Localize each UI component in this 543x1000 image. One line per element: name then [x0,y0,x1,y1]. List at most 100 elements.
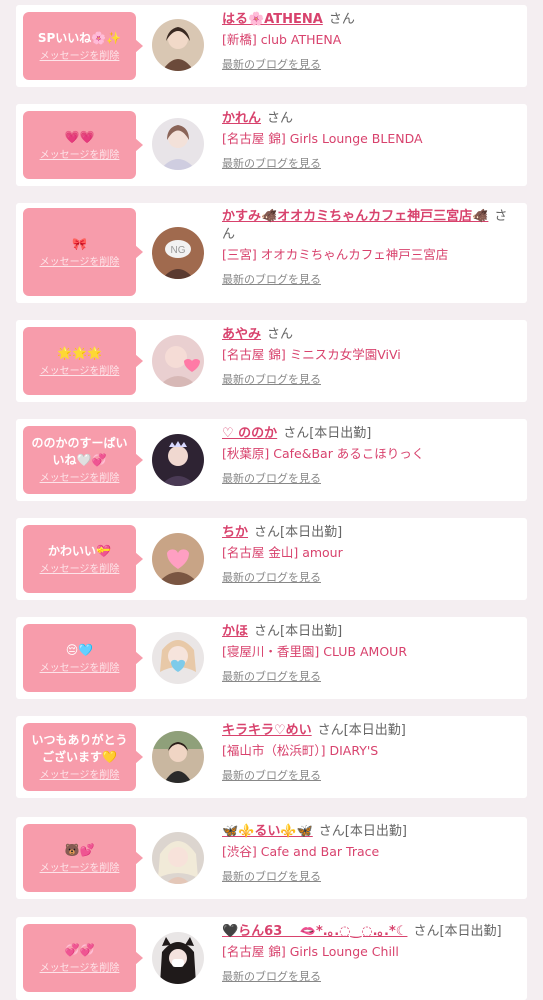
item-info: かれん さん [名古屋 錦] Girls Lounge BLENDA 最新のブログ… [222,110,519,171]
message-bubble: 🌟🌟🌟 メッセージを削除 [23,327,143,395]
item-info: ♡ ののか さん[本日出勤] [秋葉原] Cafe&Bar あるこほりっく 最新の… [222,425,519,486]
list-item: 💗💗 メッセージを削除 かれん さん [名古屋 錦] Girls Lounge B… [16,104,527,186]
message-list: SPいいね🌸✨ メッセージを削除 はる🌸ATHENA さん [新橋] club A… [0,0,543,1000]
delete-message-link[interactable]: メッセージを削除 [40,662,120,675]
honorific: さん [267,111,294,126]
avatar[interactable] [152,19,204,71]
list-item: 🐻💕 メッセージを削除 🦋⚜️るい⚜️🦋 さん[本日出勤] [渋谷] Cafe a… [16,817,527,899]
honorific: さん [267,327,294,342]
cast-name-link[interactable]: キラキラ♡めい [222,723,312,738]
honorific: さん [254,525,281,540]
message-text: いつもありがとうございます💛 [31,733,128,764]
latest-blog-link[interactable]: 最新のブログを見る [222,470,321,486]
honorific: さん [413,924,440,939]
latest-blog-link[interactable]: 最新のブログを見る [222,569,321,585]
message-bubble: 💗💗 メッセージを削除 [23,111,143,179]
cast-name-link[interactable]: はる🌸ATHENA [222,12,323,27]
cast-name-link[interactable]: かほ [222,624,248,639]
latest-blog-link[interactable]: 最新のブログを見る [222,56,321,72]
shop-label: [福山市（松浜町）] DIARY'S [222,743,379,758]
list-item: かわいい💝 メッセージを削除 ちか さん[本日出勤] [名古屋 金山] amour… [16,518,527,600]
list-item: 💞💞 メッセージを削除 🖤らん63 🫦*.｡.◌‿◌.｡.*☾ さん[本日出勤] … [16,917,527,1000]
message-text: 🐻💕 [64,842,95,857]
item-info: はる🌸ATHENA さん [新橋] club ATHENA 最新のブログを見る [222,11,519,72]
honorific: さん [328,12,355,27]
avatar[interactable] [152,533,204,585]
shop-label: [寝屋川・香里園] CLUB AMOUR [222,644,408,659]
cast-name-link[interactable]: ♡ ののか [222,426,277,441]
avatar[interactable] [152,335,204,387]
svg-text:NG: NG [171,245,186,256]
delete-message-link[interactable]: メッセージを削除 [40,149,120,162]
delete-message-link[interactable]: メッセージを削除 [40,769,120,782]
avatar[interactable] [152,731,204,783]
shop-label: [新橋] club ATHENA [222,32,342,47]
avatar[interactable] [152,832,204,884]
status-badge: [本日出勤] [280,525,343,540]
delete-message-link[interactable]: メッセージを削除 [40,472,120,485]
shop-label: [名古屋 錦] Girls Lounge Chill [222,944,399,959]
latest-blog-link[interactable]: 最新のブログを見る [222,155,321,171]
status-badge: [本日出勤] [343,723,406,738]
list-item: SPいいね🌸✨ メッセージを削除 はる🌸ATHENA さん [新橋] club A… [16,5,527,87]
item-info: かほ さん[本日出勤] [寝屋川・香里園] CLUB AMOUR 最新のブログを見… [222,623,519,684]
avatar[interactable] [152,932,204,984]
cast-name-link[interactable]: 🖤らん63 🫦*.｡.◌‿◌.｡.*☾ [222,924,407,939]
list-item: 🎀 メッセージを削除 NG かすみ🐗オオカミちゃんカフェ神戸三宮店🐗 さん [三宮… [16,203,527,303]
list-item: 🌟🌟🌟 メッセージを削除 あやみ さん [名古屋 錦] ミニスカ女学園ViVi 最… [16,320,527,402]
shop-label: [名古屋 金山] amour [222,545,343,560]
avatar[interactable] [152,118,204,170]
avatar[interactable] [152,632,204,684]
latest-blog-link[interactable]: 最新のブログを見る [222,271,321,287]
item-info: あやみ さん [名古屋 錦] ミニスカ女学園ViVi 最新のブログを見る [222,326,519,387]
message-text: 💞💞 [64,942,95,957]
shop-label: [三宮] オオカミちゃんカフェ神戸三宮店 [222,247,449,262]
honorific: さん [318,824,345,839]
cast-name-link[interactable]: 🦋⚜️るい⚜️🦋 [222,824,313,839]
item-info: 🖤らん63 🫦*.｡.◌‿◌.｡.*☾ さん[本日出勤] [名古屋 錦] Girl… [222,923,519,984]
status-badge: [本日出勤] [344,824,407,839]
list-item: 😔🩵 メッセージを削除 かほ さん[本日出勤] [寝屋川・香里園] CLUB AM… [16,617,527,699]
item-info: キラキラ♡めい さん[本日出勤] [福山市（松浜町）] DIARY'S 最新のブロ… [222,722,519,783]
delete-message-link[interactable]: メッセージを削除 [40,365,120,378]
message-text: 🌟🌟🌟 [57,345,102,360]
status-badge: [本日出勤] [309,426,372,441]
message-bubble: 😔🩵 メッセージを削除 [23,624,143,692]
honorific: さん [254,624,281,639]
delete-message-link[interactable]: メッセージを削除 [40,862,120,875]
latest-blog-link[interactable]: 最新のブログを見る [222,668,321,684]
message-bubble: SPいいね🌸✨ メッセージを削除 [23,12,143,80]
latest-blog-link[interactable]: 最新のブログを見る [222,968,321,984]
cast-name-link[interactable]: かれん [222,111,261,126]
message-bubble: いつもありがとうございます💛 メッセージを削除 [23,723,143,791]
delete-message-link[interactable]: メッセージを削除 [40,256,120,269]
latest-blog-link[interactable]: 最新のブログを見る [222,767,321,783]
delete-message-link[interactable]: メッセージを削除 [40,563,120,576]
honorific: さん [317,723,344,738]
avatar[interactable] [152,434,204,486]
message-bubble: 💞💞 メッセージを削除 [23,924,143,992]
latest-blog-link[interactable]: 最新のブログを見る [222,371,321,387]
message-text: SPいいね🌸✨ [37,30,122,45]
message-bubble: かわいい💝 メッセージを削除 [23,525,143,593]
shop-label: [名古屋 錦] ミニスカ女学園ViVi [222,347,401,362]
cast-name-link[interactable]: あやみ [222,327,261,342]
delete-message-link[interactable]: メッセージを削除 [40,962,120,975]
message-text: かわいい💝 [48,543,111,558]
avatar[interactable]: NG [152,227,204,279]
shop-label: [渋谷] Cafe and Bar Trace [222,844,380,859]
list-item: いつもありがとうございます💛 メッセージを削除 キラキラ♡めい さん[本日出勤] … [16,716,527,798]
status-badge: [本日出勤] [439,924,502,939]
cast-name-link[interactable]: かすみ🐗オオカミちゃんカフェ神戸三宮店🐗 [222,209,488,224]
message-text: 🎀 [72,236,87,251]
latest-blog-link[interactable]: 最新のブログを見る [222,868,321,884]
message-bubble: 🐻💕 メッセージを削除 [23,824,143,892]
status-badge: [本日出勤] [280,624,343,639]
cast-name-link[interactable]: ちか [222,525,248,540]
message-text: 💗💗 [64,129,95,144]
delete-message-link[interactable]: メッセージを削除 [40,50,120,63]
shop-label: [秋葉原] Cafe&Bar あるこほりっく [222,446,425,461]
shop-label: [名古屋 錦] Girls Lounge BLENDA [222,131,423,146]
item-info: ちか さん[本日出勤] [名古屋 金山] amour 最新のブログを見る [222,524,519,585]
item-info: 🦋⚜️るい⚜️🦋 さん[本日出勤] [渋谷] Cafe and Bar Trace… [222,823,519,884]
